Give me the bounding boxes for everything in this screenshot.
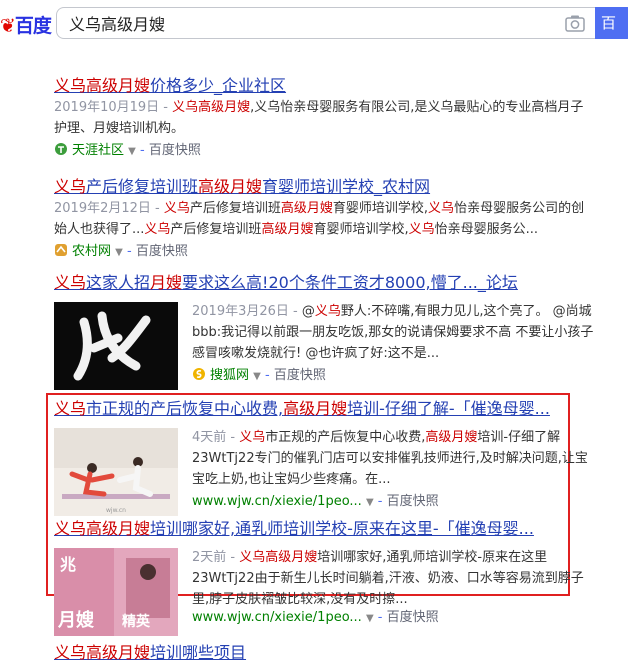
result-source: 农村网 ▼ - 百度快照 <box>54 242 594 263</box>
thumbnail-caption: 精英 <box>122 613 151 630</box>
result-abstract: 2019年2月12日 - 义乌产后修复培训班高级月嫂育婴师培训学校,义乌怡亲母婴… <box>54 201 585 237</box>
result-source: www.wjw.cn/xiexie/1peo... ▼ - 百度快照 <box>192 610 439 625</box>
nongcun-icon <box>55 244 67 256</box>
snapshot-link[interactable]: 百度快照 <box>274 368 326 383</box>
result-item: 义乌这家人招月嫂要求这么高!20个条件工资才8000,懵了..._论坛 2019… <box>54 272 594 390</box>
result-title[interactable]: 义乌高级月嫂价格多少_企业社区 <box>54 75 594 97</box>
snapshot-link[interactable]: 百度快照 <box>387 494 439 509</box>
result-title[interactable]: 义乌市正规的产后恢复中心收费,高级月嫂培训-仔细了解-「催逸母婴... <box>54 398 594 420</box>
result-abstract: 4天前 - 义乌市正规的产后恢复中心收费,高级月嫂培训-仔细了解23WtTj22… <box>192 430 588 487</box>
result-item: 义乌高级月嫂培训哪家好,通乳师培训学校-原来在这里-「催逸母婴... 兆 月嫂 … <box>54 518 594 636</box>
dropdown-arrow-icon: ▼ <box>128 146 136 157</box>
result-abstract: 2019年10月19日 - 义乌高级月嫂,义乌怡亲母婴服务有限公司,是义乌最贴心… <box>54 100 584 136</box>
dropdown-arrow-icon: ▼ <box>365 497 374 508</box>
source-url: www.wjw.cn/xiexie/1peo... <box>192 494 362 509</box>
source-name: 搜狐网 <box>210 368 250 383</box>
paw-icon: ❦ <box>0 15 16 37</box>
baidu-logo[interactable]: ❦百度 <box>0 11 52 38</box>
result-source: 天涯社区 ▼ - 百度快照 <box>54 141 594 162</box>
source-name: 农村网 <box>72 244 112 259</box>
result-abstract: 2天前 - 义乌高级月嫂培训哪家好,通乳师培训学校-原来在这里23WtTj22由… <box>192 550 584 607</box>
result-item: 义乌市正规的产后恢复中心收费,高级月嫂培训-仔细了解-「催逸母婴... wjw.… <box>54 398 594 516</box>
result-thumbnail[interactable]: wjw.cn <box>54 428 178 516</box>
snapshot-link[interactable]: 百度快照 <box>387 610 439 625</box>
result-thumbnail[interactable]: 兆 月嫂 精英 <box>54 548 178 636</box>
result-title[interactable]: 义乌高级月嫂培训哪些项目 <box>54 642 594 664</box>
result-title[interactable]: 义乌这家人招月嫂要求这么高!20个条件工资才8000,懵了..._论坛 <box>54 272 594 294</box>
thumbnail-caption: 兆 <box>60 555 76 574</box>
result-abstract: 2019年3月26日 - @义乌野人:不碎嘴,有眼力见儿,这个亮了。 @尚城bb… <box>192 304 594 361</box>
result-title[interactable]: 义乌高级月嫂培训哪家好,通乳师培训学校-原来在这里-「催逸母婴... <box>54 518 594 540</box>
thumbnail-caption: 月嫂 <box>57 609 95 631</box>
source-name: 天涯社区 <box>72 143 125 158</box>
result-source: www.wjw.cn/xiexie/1peo... ▼ - 百度快照 <box>192 494 439 509</box>
tianya-icon <box>55 143 67 155</box>
search-header: ❦百度 百 <box>0 0 628 50</box>
result-source: 搜狐网 ▼ - 百度快照 <box>192 366 594 387</box>
result-item: 义乌高级月嫂价格多少_企业社区 2019年10月19日 - 义乌高级月嫂,义乌怡… <box>54 75 594 162</box>
dropdown-arrow-icon: ▼ <box>365 613 374 624</box>
result-item: 义乌产后修复培训班高级月嫂育婴师培训学校_农村网 2019年2月12日 - 义乌… <box>54 176 594 263</box>
search-button[interactable]: 百 <box>595 7 628 39</box>
search-box[interactable] <box>56 7 595 39</box>
snapshot-link[interactable]: 百度快照 <box>136 244 188 259</box>
snapshot-link[interactable]: 百度快照 <box>149 143 201 158</box>
dropdown-arrow-icon: ▼ <box>253 371 261 382</box>
dropdown-arrow-icon: ▼ <box>115 247 123 258</box>
svg-text:wjw.cn: wjw.cn <box>106 507 126 514</box>
result-thumbnail[interactable] <box>54 302 178 390</box>
search-input[interactable] <box>69 8 549 38</box>
result-item: 义乌高级月嫂培训哪些项目 <box>54 642 594 664</box>
result-title[interactable]: 义乌产后修复培训班高级月嫂育婴师培训学校_农村网 <box>54 176 594 198</box>
camera-icon[interactable] <box>565 14 585 32</box>
source-url: www.wjw.cn/xiexie/1peo... <box>192 610 362 625</box>
sohu-icon <box>193 368 205 380</box>
